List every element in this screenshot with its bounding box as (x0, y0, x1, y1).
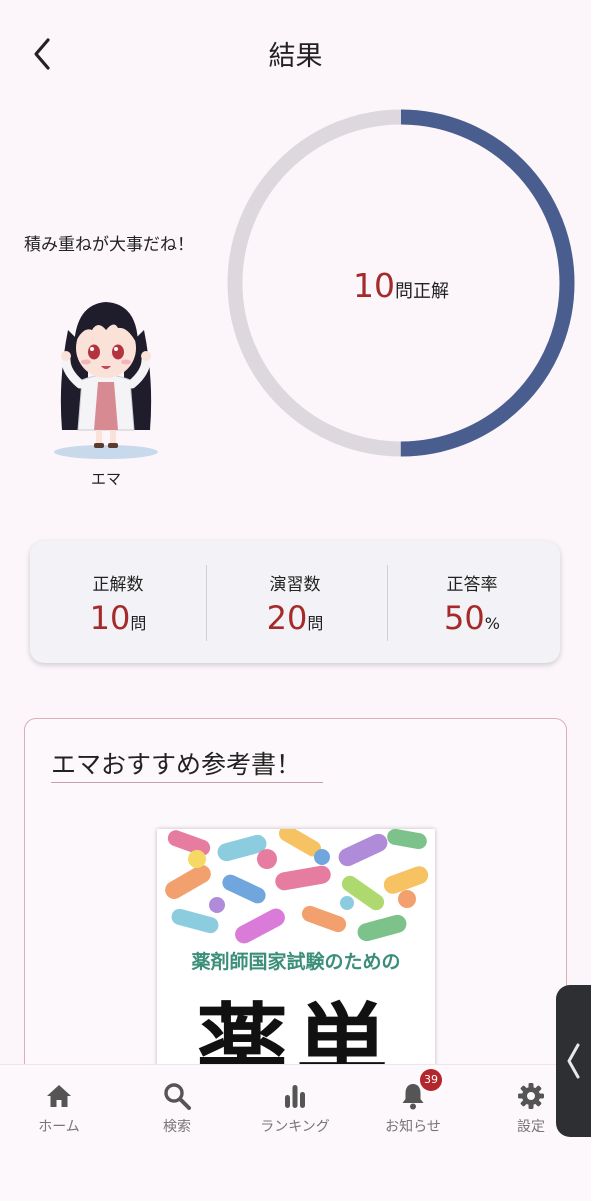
stat-correct: 正解数 10問 (30, 541, 206, 663)
stat-number: 50 (444, 599, 485, 637)
bar-chart-icon (285, 1085, 305, 1108)
stat-label: 正答率 (446, 575, 498, 595)
side-panel-handle[interactable] (556, 985, 591, 1137)
stat-number: 10 (89, 599, 131, 637)
correct-summary: 10問正解 (226, 266, 576, 305)
correct-suffix: 問正解 (395, 281, 449, 302)
correct-count: 10 (353, 266, 395, 305)
stat-number: 20 (266, 599, 308, 637)
stat-value: 10問 (30, 599, 206, 637)
stat-unit: % (484, 614, 500, 633)
stat-unit: 問 (307, 614, 324, 633)
stat-value: 50% (384, 599, 560, 637)
stat-unit: 問 (130, 614, 147, 633)
tab-search[interactable]: 検索 (118, 1065, 236, 1165)
tab-home[interactable]: ホーム (0, 1065, 118, 1165)
character-speech: 積み重ねが大事だね！ (24, 235, 194, 255)
chevron-left-icon (567, 1043, 580, 1079)
book-subtitle: 薬剤師国家試験のための (191, 951, 401, 973)
notification-badge: 39 (420, 1069, 442, 1091)
bottom-tab-bar: ホーム 検索 ランキング 39 お知らせ 設定 (0, 1064, 591, 1201)
character-illustration (48, 290, 164, 466)
stat-accuracy: 正答率 50% (384, 541, 560, 663)
book-cover-art (157, 829, 435, 949)
tab-notifications[interactable]: 39 お知らせ (354, 1065, 472, 1165)
home-icon (47, 1085, 71, 1107)
gear-icon (518, 1083, 544, 1109)
page-title: 結果 (268, 41, 323, 72)
tab-label: 検索 (163, 1119, 191, 1135)
tab-label: お知らせ (385, 1119, 441, 1135)
tab-label: ホーム (38, 1119, 80, 1135)
header: 結果 (0, 0, 591, 100)
character-name: エマ (90, 470, 121, 488)
stat-label: 正解数 (92, 575, 144, 595)
tab-label: ランキング (260, 1119, 330, 1135)
search-icon (164, 1083, 191, 1110)
tab-ranking[interactable]: ランキング (236, 1065, 354, 1165)
title-underline (51, 782, 323, 783)
stat-label: 演習数 (269, 575, 321, 595)
stat-value: 20問 (207, 599, 383, 637)
recommendation-title: エマおすすめ参考書！ (51, 750, 302, 779)
stat-attempts: 演習数 20問 (207, 541, 383, 663)
stats-card: 正解数 10問 演習数 20問 正答率 50% (30, 541, 560, 663)
